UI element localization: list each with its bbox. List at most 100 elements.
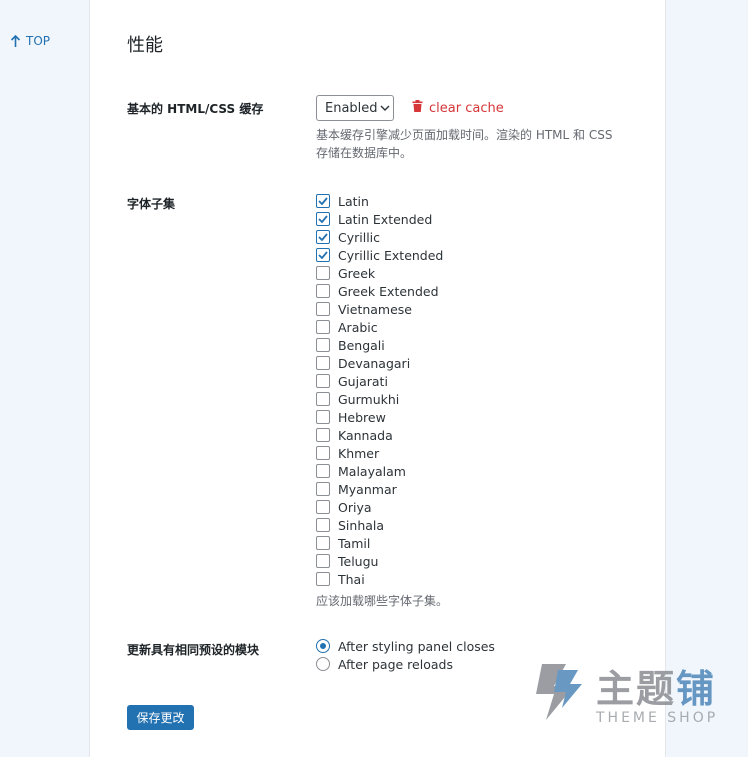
checkbox[interactable] bbox=[316, 500, 330, 514]
theme-shop-watermark: 主题铺 THEME SHOP bbox=[524, 658, 739, 730]
radio-selected[interactable] bbox=[316, 639, 330, 653]
font-subset-label: Gujarati bbox=[338, 373, 388, 389]
checkbox[interactable] bbox=[316, 392, 330, 406]
font-subsets-description: 应该加载哪些字体子集。 bbox=[316, 594, 449, 608]
checkbox[interactable] bbox=[316, 464, 330, 478]
checkbox[interactable] bbox=[316, 266, 330, 280]
checkbox[interactable] bbox=[316, 302, 330, 316]
font-subset-label: Tamil bbox=[338, 535, 371, 551]
watermark-title-a: 主题 bbox=[596, 667, 677, 711]
font-subset-label: Greek bbox=[338, 265, 376, 281]
font-subsets-label: 字体子集 bbox=[127, 197, 176, 211]
font-subset-label: Malayalam bbox=[338, 463, 406, 479]
font-subset-option[interactable]: Cyrillic Extended bbox=[316, 246, 443, 264]
font-subset-option[interactable]: Greek bbox=[316, 264, 443, 282]
font-subset-label: Devanagari bbox=[338, 355, 411, 371]
checkbox-checked[interactable] bbox=[316, 212, 330, 226]
checkbox[interactable] bbox=[316, 428, 330, 442]
font-subset-label: Thai bbox=[338, 571, 365, 587]
radio[interactable] bbox=[316, 657, 330, 671]
font-subset-option[interactable]: Vietnamese bbox=[316, 300, 443, 318]
font-subset-option[interactable]: Hebrew bbox=[316, 408, 443, 426]
module-update-label: After styling panel closes bbox=[338, 638, 495, 654]
cache-select[interactable]: Enabled bbox=[316, 95, 394, 121]
font-subset-label: Bengali bbox=[338, 337, 385, 353]
checkbox[interactable] bbox=[316, 356, 330, 370]
font-subset-option[interactable]: Telugu bbox=[316, 552, 443, 570]
font-subsets-list: Latin Latin Extended Cyrillic Cyrillic Exte… bbox=[316, 192, 443, 588]
checkbox-checked[interactable] bbox=[316, 230, 330, 244]
font-subset-label: Latin Extended bbox=[338, 211, 433, 227]
font-subset-label: Myanmar bbox=[338, 481, 397, 497]
page-title: 性能 bbox=[127, 35, 163, 56]
checkbox[interactable] bbox=[316, 536, 330, 550]
watermark-title: 主题铺 bbox=[596, 658, 716, 713]
font-subset-label: Hebrew bbox=[338, 409, 386, 425]
settings-panel: 性能 基本的 HTML/CSS 缓存 Enabled clear cache 基… bbox=[89, 0, 666, 757]
font-subset-option[interactable]: Oriya bbox=[316, 498, 443, 516]
font-subset-option[interactable]: Cyrillic bbox=[316, 228, 443, 246]
checkbox[interactable] bbox=[316, 554, 330, 568]
checkbox-checked[interactable] bbox=[316, 194, 330, 208]
trash-icon bbox=[412, 100, 423, 116]
font-subset-option[interactable]: Greek Extended bbox=[316, 282, 443, 300]
modules-label: 更新具有相同预设的模块 bbox=[127, 643, 260, 657]
checkbox[interactable] bbox=[316, 410, 330, 424]
font-subset-label: Kannada bbox=[338, 427, 393, 443]
module-update-label: After page reloads bbox=[338, 656, 453, 672]
font-subset-label: Cyrillic Extended bbox=[338, 247, 444, 263]
checkbox[interactable] bbox=[316, 374, 330, 388]
watermark-title-b: 铺 bbox=[676, 667, 717, 711]
cache-description-line-1: 基本缓存引擎减少页面加载时间。渲染的 HTML 和 CSS bbox=[316, 128, 613, 142]
module-update-option[interactable]: After page reloads bbox=[316, 655, 495, 673]
cache-select-value: Enabled bbox=[325, 100, 378, 116]
font-subset-label: Latin bbox=[338, 193, 369, 209]
font-subset-option[interactable]: Devanagari bbox=[316, 354, 443, 372]
checkbox[interactable] bbox=[316, 518, 330, 532]
font-subset-label: Cyrillic bbox=[338, 229, 381, 245]
clear-cache-button[interactable]: clear cache bbox=[412, 100, 504, 116]
font-subset-option[interactable]: Kannada bbox=[316, 426, 443, 444]
chevron-down-icon bbox=[378, 96, 393, 120]
font-subset-option[interactable]: Khmer bbox=[316, 444, 443, 462]
watermark-subtitle: THEME SHOP bbox=[596, 710, 719, 726]
checkbox-checked[interactable] bbox=[316, 248, 330, 262]
font-subset-option[interactable]: Tamil bbox=[316, 534, 443, 552]
font-subset-label: Telugu bbox=[338, 553, 379, 569]
font-subset-label: Sinhala bbox=[338, 517, 385, 533]
cache-label: 基本的 HTML/CSS 缓存 bbox=[127, 102, 264, 116]
left-rail: TOP bbox=[0, 0, 89, 757]
font-subset-label: Oriya bbox=[338, 499, 372, 515]
checkbox[interactable] bbox=[316, 572, 330, 586]
font-subset-option[interactable]: Myanmar bbox=[316, 480, 443, 498]
font-subset-label: Vietnamese bbox=[338, 301, 412, 317]
font-subset-option[interactable]: Thai bbox=[316, 570, 443, 588]
font-subset-option[interactable]: Sinhala bbox=[316, 516, 443, 534]
font-subset-label: Greek Extended bbox=[338, 283, 439, 299]
back-to-top-label: TOP bbox=[26, 34, 51, 48]
checkbox[interactable] bbox=[316, 338, 330, 352]
font-subset-option[interactable]: Gujarati bbox=[316, 372, 443, 390]
font-subset-option[interactable]: Bengali bbox=[316, 336, 443, 354]
font-subset-option[interactable]: Latin Extended bbox=[316, 210, 443, 228]
checkbox[interactable] bbox=[316, 482, 330, 496]
cache-description: 基本缓存引擎减少页面加载时间。渲染的 HTML 和 CSS 存储在数据库中。 bbox=[316, 126, 612, 162]
checkbox[interactable] bbox=[316, 446, 330, 460]
clear-cache-label: clear cache bbox=[429, 100, 504, 116]
checkbox[interactable] bbox=[316, 284, 330, 298]
cache-description-line-2: 存储在数据库中。 bbox=[316, 146, 413, 160]
checkbox[interactable] bbox=[316, 320, 330, 334]
font-subset-label: Khmer bbox=[338, 445, 380, 461]
arrow-up-icon bbox=[10, 34, 21, 48]
font-subset-option[interactable]: Gurmukhi bbox=[316, 390, 443, 408]
font-subset-label: Arabic bbox=[338, 319, 378, 335]
font-subset-option[interactable]: Latin bbox=[316, 192, 443, 210]
save-changes-button[interactable]: 保存更改 bbox=[127, 705, 194, 730]
modules-options: After styling panel closes After page rel… bbox=[316, 637, 495, 673]
font-subset-option[interactable]: Arabic bbox=[316, 318, 443, 336]
font-subset-option[interactable]: Malayalam bbox=[316, 462, 443, 480]
theme-shop-logo-icon bbox=[536, 664, 582, 720]
back-to-top-link[interactable]: TOP bbox=[10, 34, 50, 48]
font-subset-label: Gurmukhi bbox=[338, 391, 400, 407]
module-update-option[interactable]: After styling panel closes bbox=[316, 637, 495, 655]
